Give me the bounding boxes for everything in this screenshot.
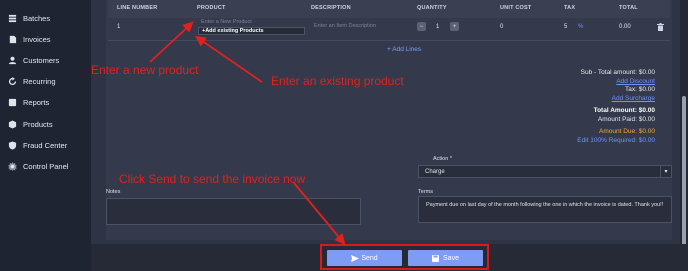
sidebar-item-reports[interactable]: Reports: [0, 94, 91, 110]
sidebar-item-recurring[interactable]: Recurring: [0, 73, 91, 89]
product-input[interactable]: Enter a New Product: [198, 19, 306, 26]
sidebar-item-label: Customers: [23, 55, 60, 65]
amount-due: Amount Due: $0.00: [598, 128, 655, 135]
annotation-existing-product: Enter an existing product: [271, 74, 404, 88]
annotation-new-product: Enter a new product: [91, 63, 199, 77]
subtotal: Sub - Total amount: $0.00: [580, 69, 655, 76]
add-surcharge-link[interactable]: Add Surcharge: [612, 95, 655, 102]
sidebar-item-label: Control Panel: [23, 161, 69, 171]
buttons-highlight-box: [320, 244, 489, 270]
action-selected-value: Charge: [425, 168, 445, 175]
products-icon: [7, 119, 17, 129]
invoice-editor: LINE NUMBER PRODUCT DESCRIPTION QUANTITY…: [91, 0, 680, 271]
tax-value[interactable]: 5: [564, 24, 567, 30]
customers-icon: [7, 55, 17, 65]
sidebar-item-label: Invoices: [23, 34, 51, 44]
edit-required[interactable]: Edit 100% Required: $0.00: [577, 137, 655, 144]
header-line-number: LINE NUMBER: [117, 5, 158, 11]
row-divider: [108, 40, 670, 41]
action-label: Action *: [433, 156, 452, 162]
sidebar-item-label: Batches: [23, 13, 51, 23]
control-panel-icon: [7, 161, 17, 171]
sidebar-item-label: Reports: [23, 97, 50, 107]
sidebar-item-label: Products: [23, 119, 53, 129]
line-items-header: LINE NUMBER PRODUCT DESCRIPTION QUANTITY…: [108, 0, 670, 18]
scrollbar[interactable]: [680, 0, 688, 271]
tax-total: Tax: $0.00: [625, 86, 655, 93]
terms-label: Terms: [418, 189, 433, 195]
trash-icon[interactable]: [657, 23, 664, 33]
reports-icon: [7, 97, 17, 107]
terms-textarea[interactable]: Payment due on last day of the month fol…: [418, 196, 672, 223]
description-input[interactable]: Enter an Item Description: [311, 22, 411, 31]
header-quantity: QUANTITY: [417, 5, 447, 11]
sidebar-item-customers[interactable]: Customers: [0, 52, 91, 68]
action-select[interactable]: Charge ▾: [418, 165, 672, 178]
header-product: PRODUCT: [197, 5, 226, 11]
sidebar-item-control-panel[interactable]: Control Panel: [0, 158, 91, 174]
add-existing-products-option[interactable]: +Add existing Products: [198, 27, 305, 35]
invoices-icon: [7, 34, 17, 44]
tax-unit: %: [578, 24, 584, 30]
header-unit-cost: UNIT COST: [500, 5, 532, 11]
header-total: TOTAL: [619, 5, 638, 11]
header-description: DESCRIPTION: [311, 5, 351, 11]
add-discount-link[interactable]: Add Discount: [616, 78, 655, 85]
amount-paid: Amount Paid: $0.00: [597, 116, 655, 123]
annotation-send-tip: Click Send to send the invoice now: [119, 172, 306, 186]
sidebar-item-fraud-center[interactable]: Fraud Center: [0, 137, 91, 153]
quantity-decrement-button[interactable]: −: [417, 22, 426, 31]
notes-textarea[interactable]: [106, 198, 361, 225]
notes-label: Notes: [106, 189, 121, 195]
fraud-center-icon: [7, 140, 17, 150]
line-total: 0.00: [619, 24, 631, 30]
header-tax: TAX: [564, 5, 576, 11]
quantity-value[interactable]: 1: [436, 24, 439, 30]
sidebar-item-label: Fraud Center: [23, 140, 68, 150]
sidebar-item-batches[interactable]: Batches: [0, 10, 91, 26]
scrollbar-thumb[interactable]: [682, 96, 686, 246]
sidebar: Batches Invoices Customers Recurring Rep…: [0, 0, 91, 271]
invoice-card: LINE NUMBER PRODUCT DESCRIPTION QUANTITY…: [106, 0, 672, 240]
sidebar-item-label: Recurring: [23, 76, 56, 86]
line-number: 1: [117, 24, 121, 30]
recurring-icon: [7, 76, 17, 86]
total-amount: Total Amount: $0.00: [593, 107, 655, 114]
sidebar-item-products[interactable]: Products: [0, 116, 91, 132]
quantity-increment-button[interactable]: +: [450, 22, 459, 31]
unit-cost-value[interactable]: 0: [500, 24, 503, 30]
chevron-down-icon: ▾: [660, 166, 671, 177]
add-lines-link[interactable]: + Add Lines: [387, 46, 421, 53]
batches-icon: [7, 13, 17, 23]
sidebar-item-invoices[interactable]: Invoices: [0, 31, 91, 47]
